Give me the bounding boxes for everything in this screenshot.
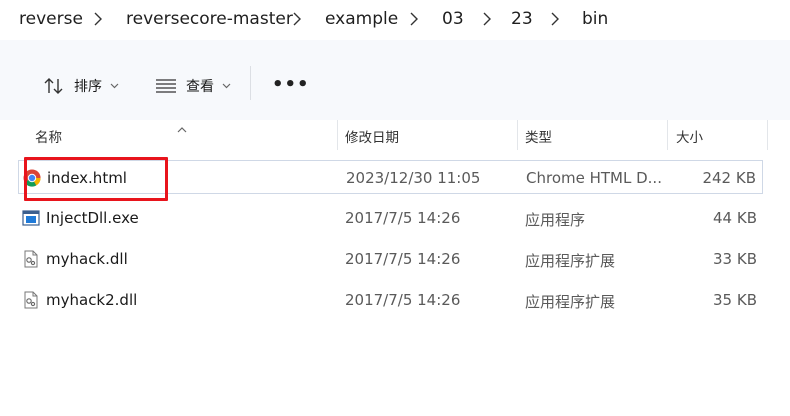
view-label: 查看 [186, 79, 214, 95]
breadcrumb: reverse reversecore-master example 03 23… [0, 0, 790, 40]
chevron-down-icon [110, 83, 119, 89]
column-header-date[interactable]: 修改日期 [345, 126, 399, 146]
breadcrumb-item-23[interactable]: 23 [511, 9, 533, 29]
breadcrumb-item-example[interactable]: example [325, 9, 398, 29]
file-row-myhack2-dll[interactable]: myhack2.dll 2017/7/5 14:26 应用程序扩展 35 KB [18, 283, 763, 317]
file-name: myhack2.dll [46, 291, 138, 309]
column-divider[interactable] [337, 120, 338, 150]
toolbar-divider [250, 66, 251, 100]
file-size: 33 KB [713, 250, 757, 268]
column-divider[interactable] [767, 120, 768, 150]
exe-icon [22, 209, 40, 227]
file-row-injectdll-exe[interactable]: InjectDll.exe 2017/7/5 14:26 应用程序 44 KB [18, 201, 763, 235]
breadcrumb-item-bin[interactable]: bin [582, 9, 608, 29]
file-type: 应用程序扩展 [525, 252, 616, 270]
sort-label: 排序 [74, 79, 102, 95]
view-button[interactable]: 查看 [156, 72, 231, 100]
breadcrumb-item-03[interactable]: 03 [442, 9, 464, 29]
sort-ascending-icon [177, 118, 187, 137]
chevron-right-icon [93, 9, 103, 29]
column-divider[interactable] [517, 120, 518, 150]
column-header-size[interactable]: 大小 [676, 126, 703, 146]
more-options-button[interactable]: ••• [272, 76, 310, 94]
chevron-right-icon [482, 9, 492, 29]
file-type: Chrome HTML D... [526, 169, 662, 187]
chevron-right-icon [550, 9, 560, 29]
breadcrumb-item-reversecore-master[interactable]: reversecore-master [126, 9, 293, 29]
dll-icon [22, 291, 40, 309]
sort-icon [44, 77, 64, 95]
view-list-icon [156, 79, 176, 93]
highlight-annotation-box [24, 157, 168, 201]
file-date: 2017/7/5 14:26 [345, 250, 461, 268]
file-name: myhack.dll [46, 250, 128, 268]
column-header-name[interactable]: 名称 [35, 126, 62, 146]
file-type: 应用程序 [525, 211, 586, 229]
file-date: 2023/12/30 11:05 [346, 169, 481, 187]
column-header-row: 名称 修改日期 类型 大小 [0, 120, 790, 150]
dll-icon [22, 250, 40, 268]
column-divider[interactable] [667, 120, 668, 150]
sort-button[interactable]: 排序 [44, 72, 119, 100]
file-size: 44 KB [713, 209, 757, 227]
breadcrumb-item-reverse[interactable]: reverse [19, 9, 83, 29]
column-header-type[interactable]: 类型 [525, 126, 552, 146]
file-date: 2017/7/5 14:26 [345, 209, 461, 227]
file-name: InjectDll.exe [46, 209, 139, 227]
chevron-right-icon [292, 9, 302, 29]
file-size: 242 KB [702, 169, 756, 187]
file-row-myhack-dll[interactable]: myhack.dll 2017/7/5 14:26 应用程序扩展 33 KB [18, 242, 763, 276]
chevron-right-icon [409, 9, 419, 29]
file-size: 35 KB [713, 291, 757, 309]
file-type: 应用程序扩展 [525, 293, 616, 311]
file-date: 2017/7/5 14:26 [345, 291, 461, 309]
chevron-down-icon [222, 83, 231, 89]
